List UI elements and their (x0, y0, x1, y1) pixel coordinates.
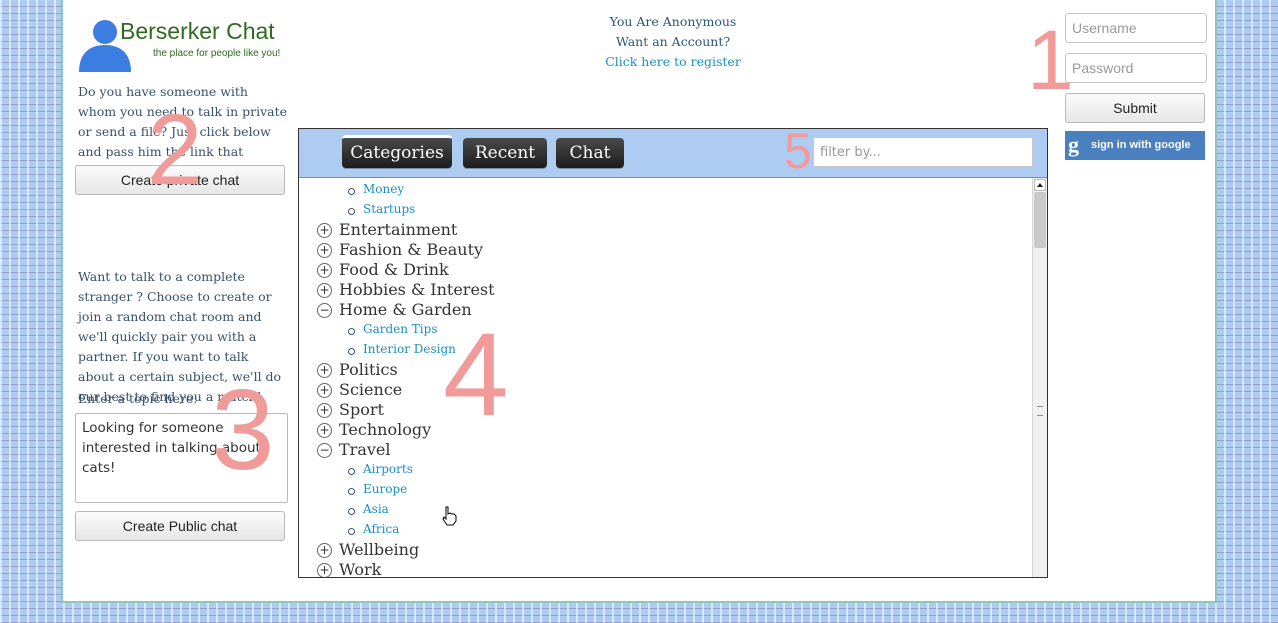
tab-recent[interactable]: Recent (463, 138, 547, 168)
bullet-icon (348, 348, 355, 355)
category-label[interactable]: Fashion & Beauty (339, 240, 483, 259)
page-container: Berserker Chat the place for people like… (61, 0, 1217, 603)
subcategory-link[interactable]: Interior Design (363, 342, 456, 356)
create-public-chat-button[interactable]: Create Public chat (75, 511, 285, 541)
subcategory-link[interactable]: Airports (363, 462, 413, 476)
category-label[interactable]: Science (339, 380, 402, 399)
logo: Berserker Chat the place for people like… (77, 18, 281, 74)
category-label[interactable]: Work (339, 560, 381, 577)
create-private-chat-button[interactable]: Create private chat (75, 165, 285, 195)
subcategory-link[interactable]: Garden Tips (363, 322, 437, 336)
scroll-up-icon[interactable] (1034, 179, 1046, 191)
expand-icon[interactable]: + (317, 283, 332, 298)
tab-categories[interactable]: Categories (342, 135, 452, 168)
google-sign-in-button[interactable]: g sign in with google (1065, 131, 1205, 160)
panel-header: Categories Recent Chat (299, 129, 1047, 178)
expand-icon[interactable]: + (317, 363, 332, 378)
category-tree: Money Startups + Entertainment + Fashion & Be… (299, 178, 1031, 577)
category-label[interactable]: Hobbies & Interest (339, 280, 495, 299)
subcategory-link[interactable]: Africa (363, 522, 399, 536)
expand-icon[interactable]: + (317, 423, 332, 438)
bullet-icon (348, 328, 355, 335)
topic-label: Enter a topic here: (78, 391, 198, 406)
category-label[interactable]: Entertainment (339, 220, 457, 239)
expand-icon[interactable]: + (317, 403, 332, 418)
bullet-icon (348, 468, 355, 475)
subcategory-link[interactable]: Europe (363, 482, 407, 496)
tab-chat[interactable]: Chat (556, 138, 624, 168)
subcategory-link[interactable]: Startups (363, 202, 415, 216)
category-label[interactable]: Food & Drink (339, 260, 449, 279)
google-g-icon: g (1068, 132, 1079, 157)
category-label[interactable]: Politics (339, 360, 398, 379)
scrollbar[interactable] (1032, 178, 1047, 577)
account-prompt: Want an Account? (615, 34, 731, 49)
bullet-icon (348, 508, 355, 515)
category-label[interactable]: Technology (339, 420, 431, 439)
bullet-icon (348, 528, 355, 535)
category-label[interactable]: Home & Garden (339, 300, 472, 319)
password-input[interactable] (1065, 53, 1207, 83)
public-chat-intro: Want to talk to a complete stranger ? Ch… (78, 269, 282, 404)
bullet-icon (348, 208, 355, 215)
anonymous-status: You Are Anonymous (609, 14, 737, 29)
collapse-icon[interactable]: − (317, 443, 332, 458)
bullet-icon (348, 188, 355, 195)
category-label[interactable]: Wellbeing (339, 540, 419, 559)
account-status: You Are Anonymous Want an Account? Click… (563, 12, 783, 72)
bullet-icon (348, 488, 355, 495)
subcategory-link[interactable]: Money (363, 182, 404, 196)
topic-input[interactable]: Looking for someone interested in talkin… (75, 413, 288, 503)
brand-title: Berserker Chat (120, 18, 275, 44)
hand-cursor-icon (442, 506, 457, 526)
expand-icon[interactable]: + (317, 383, 332, 398)
register-link[interactable]: Click here to register (563, 52, 783, 72)
username-input[interactable] (1065, 13, 1207, 43)
expand-icon[interactable]: + (317, 543, 332, 558)
scroll-thumb[interactable] (1034, 192, 1046, 248)
expand-icon[interactable]: + (317, 243, 332, 258)
expand-icon[interactable]: + (317, 223, 332, 238)
expand-icon[interactable]: + (317, 263, 332, 278)
expand-icon[interactable]: + (317, 563, 332, 577)
category-label[interactable]: Travel (339, 440, 390, 459)
google-sign-in-label: sign in with google (1091, 139, 1191, 151)
collapse-icon[interactable]: − (317, 303, 332, 318)
brand-tagline: the place for people like you! (153, 48, 281, 59)
filter-input[interactable] (813, 137, 1033, 167)
category-label[interactable]: Sport (339, 400, 384, 419)
submit-button[interactable]: Submit (1065, 93, 1205, 123)
subcategory-link[interactable]: Asia (363, 502, 389, 516)
categories-panel: Categories Recent Chat Money Startups + Ent… (298, 128, 1048, 578)
scroll-grip-icon (1037, 406, 1043, 416)
